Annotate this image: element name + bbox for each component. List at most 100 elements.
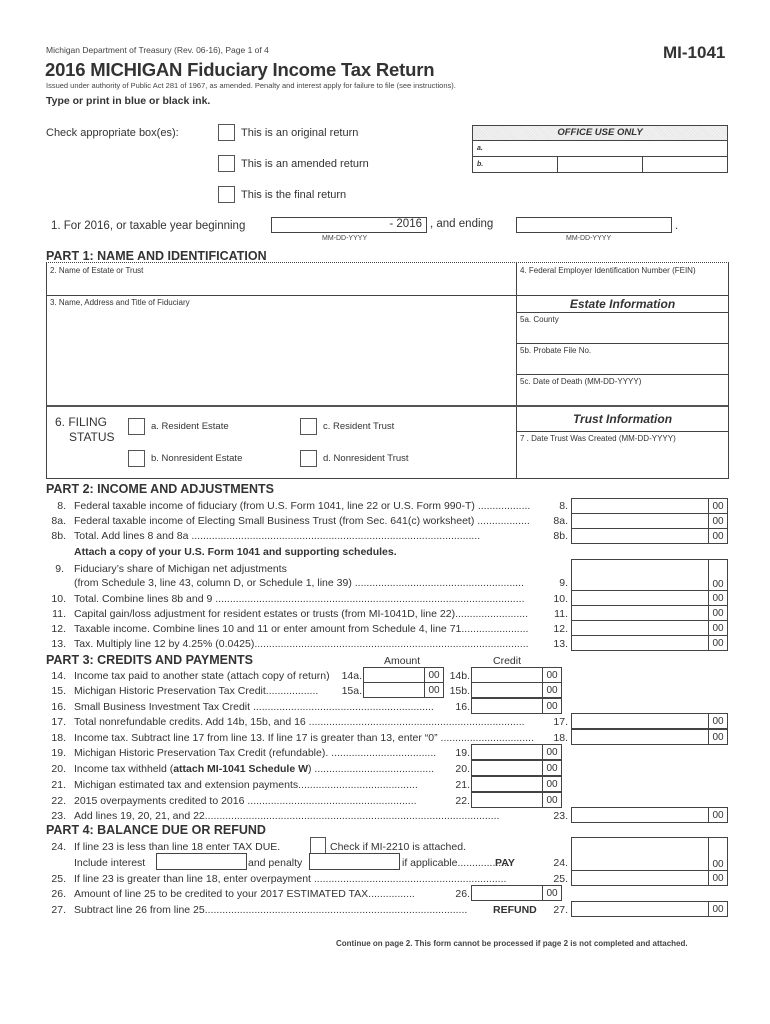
cents: 00 (542, 745, 561, 759)
line-number: 25. (51, 873, 66, 885)
resident-trust-checkbox[interactable] (300, 418, 317, 435)
line-17-amount-input[interactable]: 00 (571, 713, 728, 729)
trust-date-field[interactable]: 7 . Date Trust Was Created (MM-DD-YYYY) (517, 432, 728, 478)
line-number: 9. (55, 563, 64, 575)
page-title: 2016 MICHIGAN Fiduciary Income Tax Retur… (45, 59, 435, 80)
final-return-checkbox[interactable] (218, 186, 235, 203)
end-date-input[interactable] (516, 217, 672, 233)
line-13-amount-input[interactable]: 00 (571, 635, 728, 651)
line-number: 15. (51, 685, 66, 697)
penalty-label: and penalty (248, 857, 303, 869)
death-date-field[interactable]: 5c. Date of Death (MM-DD-YYYY) (517, 375, 728, 405)
line-21-amount-input[interactable]: 00 (471, 776, 562, 792)
line-text: Add lines 19, 20, 21, and 22............… (74, 810, 500, 822)
line-15a-amount-input[interactable]: 00 (363, 682, 444, 698)
line-ref: 14a. (341, 670, 362, 682)
line-text: Income tax. Subtract line 17 from line 1… (74, 732, 534, 744)
office-use-divider (557, 157, 558, 172)
refund-label: REFUND (493, 904, 537, 916)
line-ref: 15b. (449, 685, 470, 697)
line-24-amount-input[interactable]: 00 (571, 837, 728, 871)
return-type-label: Check appropriate box(es): (46, 127, 179, 139)
line-ref: 25. (553, 873, 568, 885)
cents: 00 (708, 514, 727, 528)
line-20-amount-input[interactable]: 00 (471, 760, 562, 776)
office-use-row-a-label: a. (477, 145, 483, 152)
line-14a-amount-input[interactable]: 00 (363, 667, 444, 683)
line-ref: 13. (553, 638, 568, 650)
line-text-post: ) ......................................… (308, 763, 435, 775)
part3-title: PART 3: CREDITS AND PAYMENTS (46, 653, 253, 667)
end-date-hint: MM-DD-YYYY (566, 235, 612, 242)
resident-estate-checkbox[interactable] (128, 418, 145, 435)
filing-status-label-2: STATUS (69, 430, 115, 444)
mi2210-label: Check if MI-2210 is attached. (330, 841, 466, 853)
line-ref: 8b. (553, 530, 568, 542)
line-8-amount-input[interactable]: 00 (571, 498, 728, 514)
cents: 00 (542, 683, 561, 697)
fein-field[interactable]: 4. Federal Employer Identification Numbe… (517, 263, 728, 296)
line-number: 16. (51, 701, 66, 713)
line-ref: 20. (455, 763, 470, 775)
line-10-amount-input[interactable]: 00 (571, 590, 728, 606)
part1-table: 2. Name of Estate or Trust 4. Federal Em… (46, 262, 729, 479)
line-14b-credit-input[interactable]: 00 (471, 667, 562, 683)
line-11-amount-input[interactable]: 00 (571, 605, 728, 621)
nonresident-trust-checkbox[interactable] (300, 450, 317, 467)
amended-return-checkbox[interactable] (218, 155, 235, 172)
nonresident-estate-checkbox[interactable] (128, 450, 145, 467)
line-8b-amount-input[interactable]: 00 (571, 528, 728, 544)
original-return-checkbox[interactable] (218, 124, 235, 141)
line-number: 18. (51, 732, 66, 744)
line-18-amount-input[interactable]: 00 (571, 729, 728, 745)
line-ref: 23. (553, 810, 568, 822)
line-12-amount-input[interactable]: 00 (571, 620, 728, 636)
begin-date-value: - 2016 (389, 218, 422, 230)
form-id: MI-1041 (663, 43, 726, 62)
line-text-bold: attach MI-1041 Schedule W (173, 763, 309, 775)
cents: 00 (708, 902, 727, 916)
line-23-amount-input[interactable]: 00 (571, 807, 728, 823)
line-9-amount-input[interactable]: 00 (571, 559, 728, 591)
line-number: 10. (51, 593, 66, 605)
penalty-input[interactable] (309, 853, 400, 870)
cents: 00 (708, 714, 727, 728)
filing-status-label: 6. FILING (55, 415, 108, 429)
fiduciary-field[interactable]: 3. Name, Address and Title of Fiduciary (47, 296, 516, 405)
line-text-2: (from Schedule 3, line 43, column D, or … (74, 577, 524, 589)
office-use-divider (642, 157, 643, 172)
cents: 00 (708, 560, 727, 590)
line-text: Subtract line 26 from line 25...........… (74, 904, 468, 916)
line-16-credit-input[interactable]: 00 (471, 698, 562, 714)
part2-title: PART 2: INCOME AND ADJUSTMENTS (46, 482, 275, 496)
line-text: Tax. Multiply line 12 by 4.25% (0.0425).… (74, 638, 529, 650)
probate-field[interactable]: 5b. Probate File No. (517, 344, 728, 375)
office-use-box: OFFICE USE ONLY a. b. (472, 125, 728, 173)
estate-name-field[interactable]: 2. Name of Estate or Trust (47, 263, 516, 296)
county-field[interactable]: 5a. County (517, 313, 728, 344)
nonresident-trust-label: d. Nonresident Trust (323, 453, 409, 464)
line-text-pre: Income tax withheld ( (74, 763, 174, 775)
line-27-amount-input[interactable]: 00 (571, 901, 728, 917)
line-8a-amount-input[interactable]: 00 (571, 513, 728, 529)
line-22-amount-input[interactable]: 00 (471, 792, 562, 808)
final-return-label: This is the final return (241, 189, 347, 201)
estate-name-label: 2. Name of Estate or Trust (50, 266, 144, 275)
line-number: 23. (51, 810, 66, 822)
office-use-title: OFFICE USE ONLY (473, 126, 727, 141)
begin-date-input[interactable]: - 2016 (271, 217, 427, 233)
line-19-amount-input[interactable]: 00 (471, 744, 562, 760)
cents: 00 (708, 636, 727, 650)
continue-note: Continue on page 2. This form cannot be … (336, 939, 688, 948)
line-text: Total. Add lines 8 and 8a ..............… (74, 530, 481, 542)
cents: 00 (542, 761, 561, 775)
line-25-amount-input[interactable]: 00 (571, 870, 728, 886)
line-15b-credit-input[interactable]: 00 (471, 682, 562, 698)
line-text: Total nonrefundable credits. Add 14b, 15… (74, 716, 525, 728)
line-number: 24. (51, 841, 66, 853)
interest-input[interactable] (156, 853, 247, 870)
line-text: 2015 overpayments credited to 2016 .....… (74, 795, 417, 807)
line-26-amount-input[interactable]: 00 (471, 885, 562, 901)
resident-estate-label: a. Resident Estate (151, 421, 229, 432)
applicable-label: if applicable.................. (402, 857, 510, 869)
